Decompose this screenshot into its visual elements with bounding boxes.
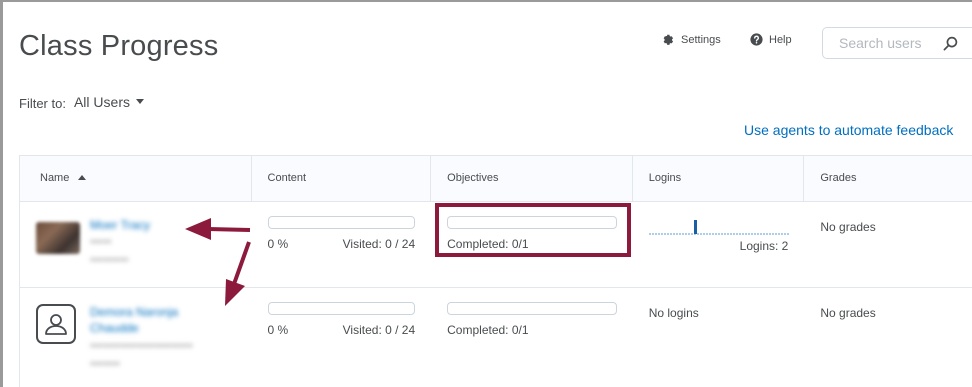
user-subtitle-2: ******* <box>90 360 120 372</box>
user-icon <box>45 314 67 335</box>
sort-ascending-icon <box>78 175 87 180</box>
user-name-link[interactable]: Moer Tracy <box>90 218 150 232</box>
filter-label: Filter to: <box>19 96 66 111</box>
table-header: Name Content Objectives Logins Grades <box>20 156 972 202</box>
name-cell: Moer Tracy ***** ********* <box>20 202 252 287</box>
name-cell: Demora Naronja Chaudde *****************… <box>20 288 252 387</box>
user-subtitle: ***** <box>90 238 112 250</box>
help-button[interactable]: Help <box>750 33 792 46</box>
search-input[interactable] <box>839 35 939 51</box>
settings-button[interactable]: Settings <box>662 33 721 46</box>
content-progress-bar[interactable] <box>267 216 415 229</box>
content-percent: 0 % <box>267 237 289 251</box>
column-header-grades: Grades <box>820 172 857 184</box>
column-name-label: Name <box>40 172 70 184</box>
help-label: Help <box>769 33 792 46</box>
user-subtitle: ************************ <box>90 342 193 354</box>
objectives-completed: Completed: 0/1 <box>447 323 529 337</box>
grades-cell: No grades <box>804 288 972 387</box>
filter-row: Filter to: All Users <box>19 92 144 111</box>
logins-text: No logins <box>648 306 699 320</box>
user-subtitle-2: ********* <box>90 256 129 268</box>
page-title: Class Progress <box>19 30 219 62</box>
filter-dropdown[interactable]: All Users <box>74 94 144 110</box>
class-progress-table: Name Content Objectives Logins Grades Mo… <box>19 155 972 387</box>
table-row: Demora Naronja Chaudde *****************… <box>20 288 972 387</box>
objectives-progress-bar[interactable] <box>447 302 618 315</box>
page-frame: Class Progress Settings Help Filter to: … <box>0 0 972 387</box>
visited-count: Visited: 0 / 24 <box>342 323 416 337</box>
content-cell: 0 % Visited: 0 / 24 <box>252 202 432 287</box>
grades-text: No grades <box>820 306 876 320</box>
content-cell: 0 % Visited: 0 / 24 <box>252 288 432 387</box>
column-header-content: Content <box>252 156 432 201</box>
column-header-objectives: Objectives <box>431 156 633 201</box>
avatar[interactable] <box>36 304 76 344</box>
objectives-cell: Completed: 0/1 <box>431 288 633 387</box>
logins-bar <box>693 220 697 234</box>
settings-label: Settings <box>681 33 721 46</box>
column-header-name[interactable]: Name <box>20 156 252 201</box>
logins-sparkline[interactable] <box>648 216 789 236</box>
logins-cell: No logins <box>633 288 805 387</box>
column-header-logins: Logins <box>633 156 805 201</box>
avatar[interactable] <box>36 222 80 254</box>
help-icon <box>750 33 763 46</box>
logins-cell: Logins: 2 <box>633 202 805 287</box>
user-name-link[interactable]: Demora Naronja Chaudde <box>90 304 220 336</box>
agents-link[interactable]: Use agents to automate feedback <box>744 122 953 138</box>
content-percent: 0 % <box>267 323 289 337</box>
gear-icon <box>663 34 674 45</box>
filter-selected-value: All Users <box>73 93 130 110</box>
logins-count: Logins: 2 <box>739 239 789 253</box>
search-box <box>822 27 972 59</box>
chevron-down-icon <box>135 99 144 104</box>
search-icon[interactable] <box>943 36 958 51</box>
content-progress-bar[interactable] <box>267 302 415 315</box>
grades-text: No grades <box>820 220 876 234</box>
grades-cell: No grades <box>804 202 972 287</box>
visited-count: Visited: 0 / 24 <box>342 237 416 251</box>
annotation-highlight-box <box>435 203 631 257</box>
